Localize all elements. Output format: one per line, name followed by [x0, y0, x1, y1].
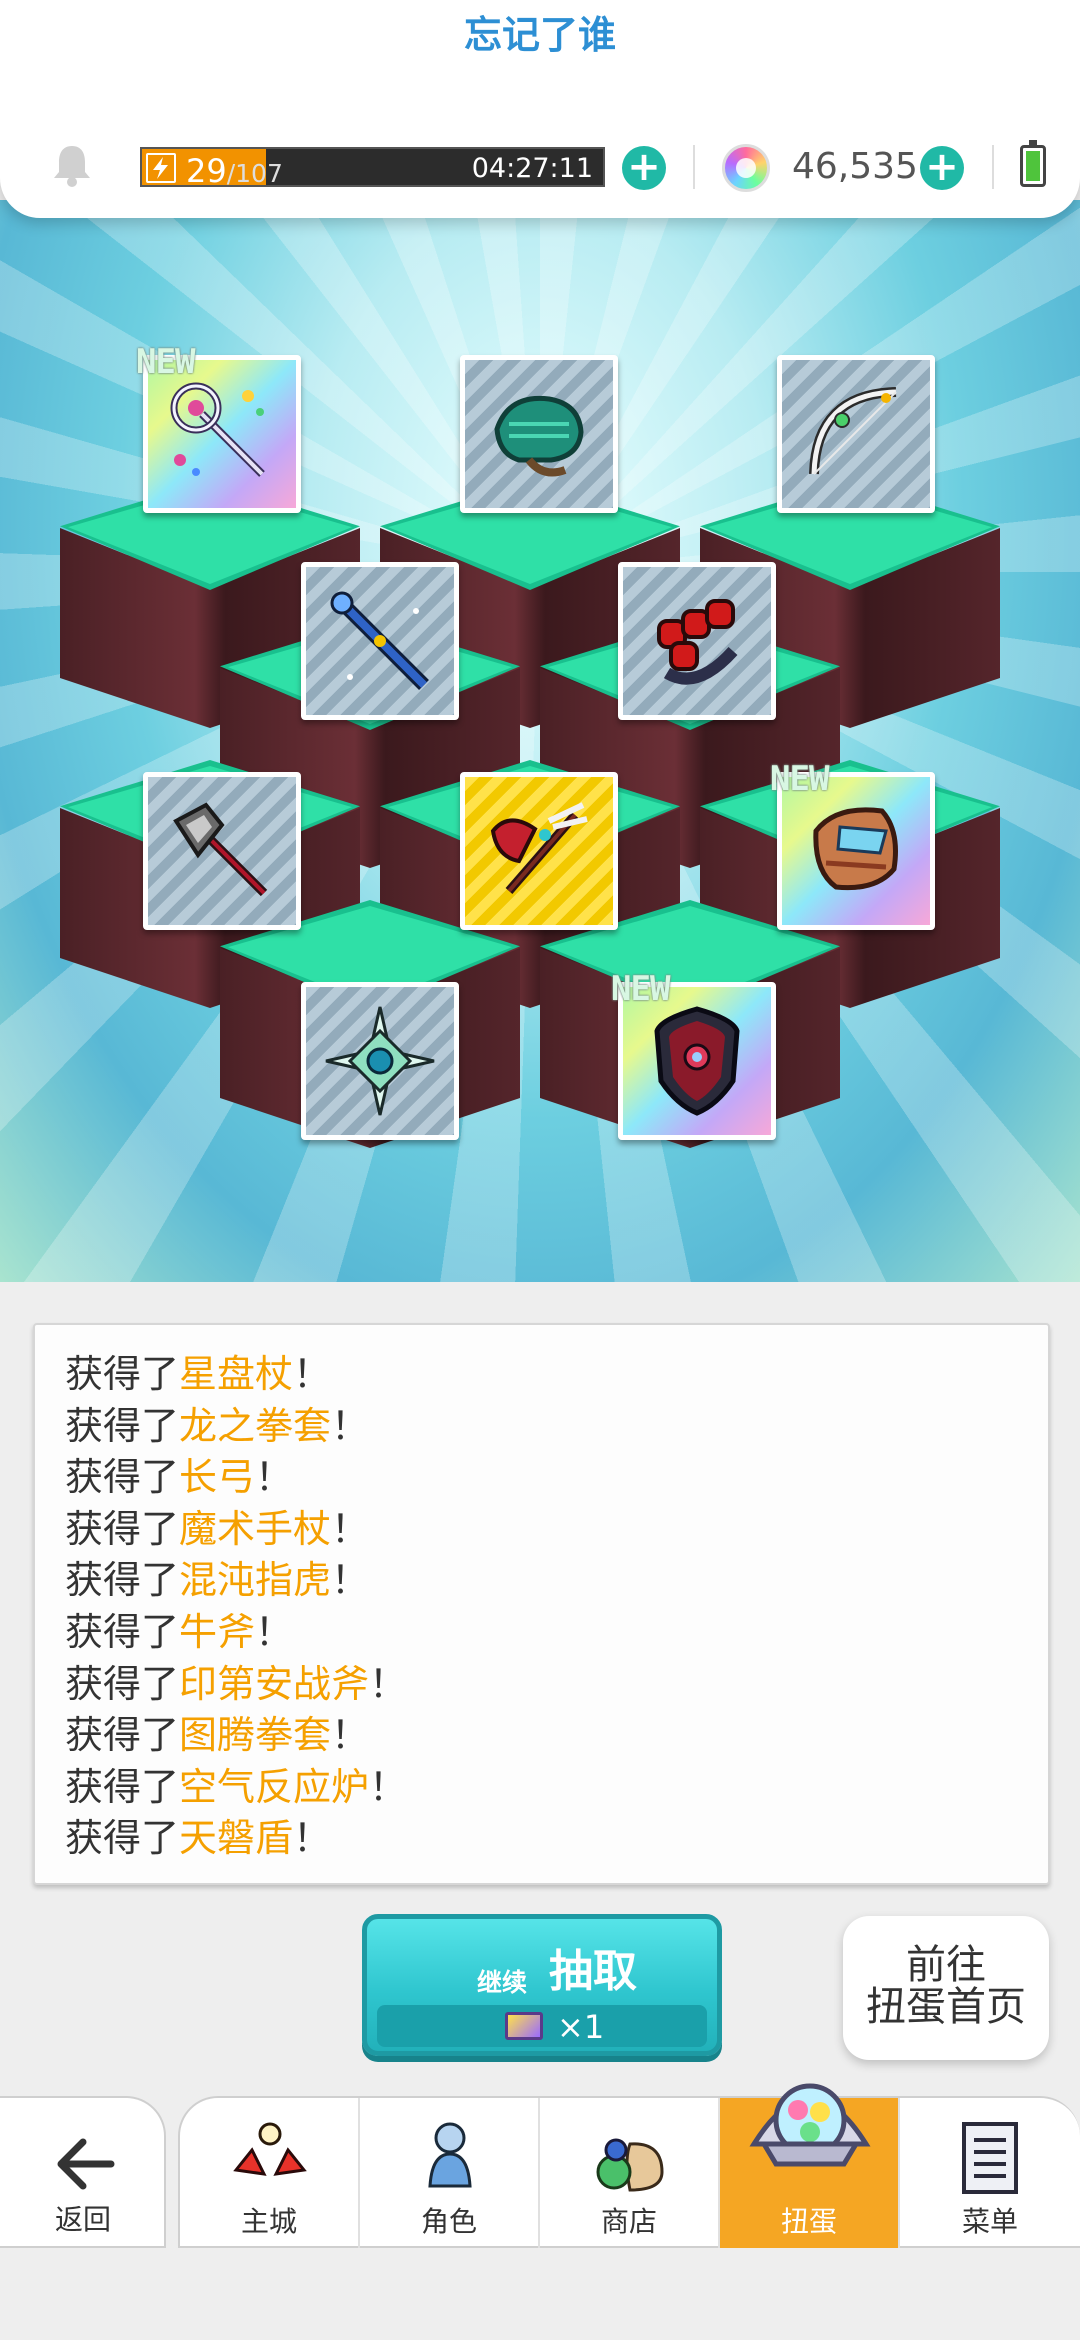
tab-label: 菜单	[961, 2205, 1018, 2238]
item-name: 龙之拳套	[179, 1403, 332, 1448]
new-badge: NEW	[136, 342, 195, 382]
goto-label-line1: 前往	[906, 1942, 986, 1988]
item-name: 印第安战斧	[179, 1661, 370, 1706]
menu-list-icon	[962, 2122, 1018, 2194]
new-badge: NEW	[611, 969, 670, 1009]
shop-icon	[596, 2138, 664, 2192]
bottom-navigation: 主城 角色 商店 扭蛋 菜单	[178, 2083, 1080, 2248]
tab-shop[interactable]: 商店	[540, 2098, 720, 2248]
back-label: 返回	[54, 2203, 111, 2236]
rainbow-gem-icon	[722, 144, 770, 192]
sky-shield-icon	[654, 1006, 740, 1116]
star-staff-icon	[170, 382, 265, 477]
log-line: 获得了龙之拳套！	[65, 1403, 370, 1448]
item-name: 牛斧	[179, 1609, 256, 1654]
item-card-tomahawk[interactable]	[460, 772, 618, 930]
bell-icon[interactable]	[50, 142, 94, 188]
log-line: 获得了空气反应炉！	[65, 1764, 408, 1809]
item-card-axe[interactable]	[143, 772, 301, 930]
log-line: 获得了星盘杖！	[65, 1352, 332, 1396]
character-icon	[428, 2122, 472, 2188]
tab-character[interactable]: 角色	[360, 2098, 540, 2248]
draw-label: 抽取	[549, 1946, 637, 1997]
new-badge: NEW	[770, 759, 829, 799]
tab-label: 主城	[240, 2205, 297, 2238]
stamina-bar: 29/107 04:27:11	[140, 147, 605, 190]
tab-label: 扭蛋	[780, 2205, 837, 2238]
battery-icon	[1020, 140, 1046, 187]
tab-menu[interactable]: 菜单	[900, 2098, 1080, 2248]
log-line: 获得了混沌指虎！	[65, 1558, 370, 1603]
back-arrow-icon	[55, 2136, 115, 2207]
log-line: 获得了魔术手杖！	[65, 1506, 370, 1551]
item-card-shield[interactable]: NEW	[611, 969, 776, 1140]
log-line: 获得了印第安战斧！	[65, 1661, 408, 1706]
tomahawk-icon	[490, 802, 588, 894]
longbow-icon	[809, 387, 897, 475]
item-name: 空气反应炉	[179, 1764, 370, 1809]
bull-axe-icon	[173, 802, 268, 897]
ticket-icon	[505, 2012, 543, 2040]
gem-count: 46,535	[792, 146, 918, 187]
gacha-result-scene: NEW NEW NEW	[0, 200, 1080, 1282]
log-line: 获得了长弓！	[65, 1455, 294, 1500]
divider	[992, 145, 994, 189]
continue-label: 继续	[477, 1968, 528, 1997]
draw-cost-count: ×1	[557, 2008, 605, 2046]
add-gems-button[interactable]: +	[920, 146, 964, 190]
log-line: 获得了天磐盾！	[65, 1816, 332, 1861]
item-card-reactor[interactable]	[301, 982, 459, 1140]
item-card-totem-gauntlet[interactable]: NEW	[770, 759, 935, 930]
main-city-icon	[233, 2122, 307, 2176]
continue-draw-button[interactable]: 继续 抽取 ×1	[362, 1914, 722, 2056]
stamina-max: /107	[226, 159, 283, 188]
item-card-staff[interactable]: NEW	[136, 342, 301, 513]
air-reactor-icon	[325, 1006, 435, 1116]
item-name: 图腾拳套	[179, 1713, 332, 1758]
stamina-timer: 04:27:11	[471, 153, 593, 184]
item-card-bow[interactable]	[777, 355, 935, 513]
item-card-knuckles[interactable]	[618, 562, 776, 720]
item-name: 星盘杖	[179, 1352, 294, 1396]
draw-cost: ×1	[377, 2005, 707, 2047]
lightning-icon	[146, 153, 176, 183]
tab-label: 商店	[600, 2205, 657, 2238]
dragon-gauntlet-icon	[494, 395, 584, 477]
item-card-wand[interactable]	[301, 562, 459, 720]
tab-gacha[interactable]: 扭蛋	[720, 2083, 900, 2248]
stamina-current: 29	[186, 152, 227, 190]
top-status-bar: 忘记了谁 29/107 04:27:11 + 46,535 +	[0, 0, 1080, 218]
tab-label: 角色	[420, 2205, 477, 2238]
divider	[693, 145, 695, 189]
item-card-gauntlet[interactable]	[460, 355, 618, 513]
goto-label-line2: 扭蛋首页	[866, 1984, 1026, 2030]
totem-gauntlet-icon	[813, 807, 898, 891]
item-name: 混沌指虎	[179, 1558, 332, 1603]
log-line: 获得了牛斧！	[65, 1609, 294, 1654]
system-navigation-area	[0, 2248, 1080, 2340]
magic-wand-icon	[330, 591, 429, 690]
stamina-count: 29/107	[186, 152, 283, 190]
back-button[interactable]: 返回	[0, 2096, 166, 2248]
goto-gacha-home-button[interactable]: 前往 扭蛋首页	[843, 1916, 1049, 2060]
add-stamina-button[interactable]: +	[622, 146, 666, 190]
log-line: 获得了图腾拳套！	[65, 1713, 370, 1758]
item-name: 魔术手杖	[179, 1506, 332, 1551]
item-name: 天磐盾	[179, 1816, 294, 1861]
obtained-items-log: 获得了星盘杖！ 获得了龙之拳套！ 获得了长弓！ 获得了魔术手杖！ 获得了混沌指虎…	[33, 1323, 1050, 1885]
tab-main-city[interactable]: 主城	[180, 2098, 360, 2248]
item-name: 长弓	[179, 1455, 256, 1500]
player-name: 忘记了谁	[463, 13, 616, 57]
chaos-knuckles-icon	[657, 599, 738, 685]
gacha-machine-icon	[749, 2083, 871, 2167]
